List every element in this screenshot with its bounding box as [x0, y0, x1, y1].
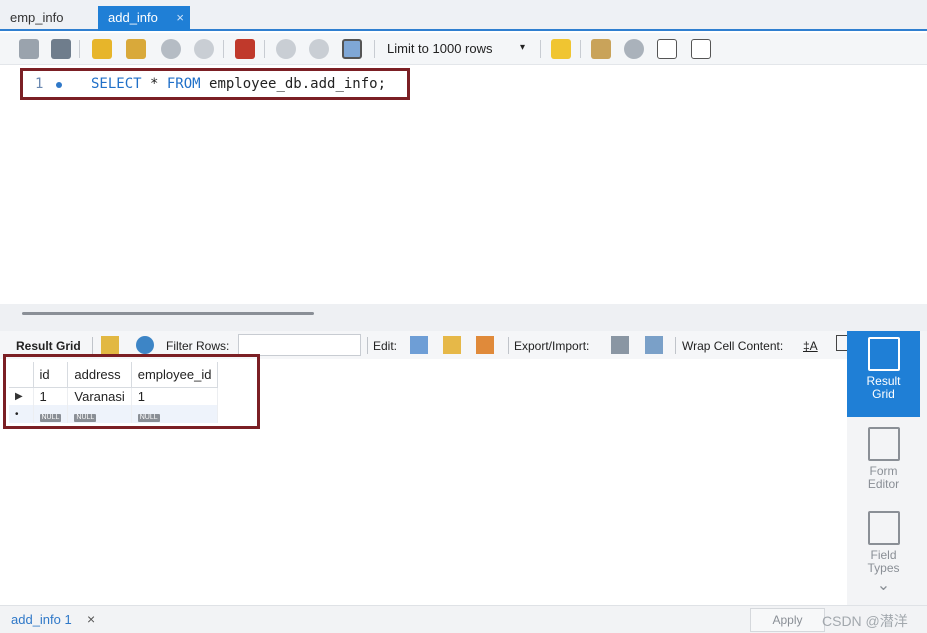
- invisible-chars-icon[interactable]: [657, 39, 677, 59]
- field-types-icon: [867, 511, 900, 545]
- sql-editor[interactable]: 1 SELECT * FROM employee_db.add_info;: [0, 66, 927, 304]
- apply-button[interactable]: Apply: [750, 608, 825, 632]
- editor-scroll-area: [0, 304, 927, 331]
- toolbar-divider: [264, 40, 265, 58]
- filter-rows-input[interactable]: [238, 334, 361, 356]
- form-icon: [867, 427, 900, 461]
- edit-row-icon[interactable]: [410, 336, 428, 354]
- export-import-label: Export/Import:: [514, 339, 590, 353]
- chevron-down-icon[interactable]: ▾: [520, 42, 525, 53]
- tab-emp-info[interactable]: emp_info: [0, 6, 73, 31]
- statement-marker-icon: [56, 82, 62, 88]
- watermark: CSDN @潜洋: [822, 613, 908, 629]
- keyword-from: FROM: [166, 76, 201, 92]
- tab-add-info[interactable]: add_info ×: [98, 6, 190, 31]
- chevron-down-icon[interactable]: ⌄: [847, 578, 920, 599]
- result-side-panel: Result Grid Form Editor Field Types ⌄: [847, 331, 927, 605]
- tab-label: add_info: [108, 10, 158, 25]
- toolbar-divider: [580, 40, 581, 58]
- edit-label: Edit:: [373, 339, 398, 353]
- tab-label: emp_info: [10, 10, 64, 25]
- export-icon[interactable]: [611, 336, 629, 354]
- tab-bar: emp_info add_info ×: [0, 0, 927, 31]
- query-toolbar: Limit to 1000 rows ▾: [0, 33, 927, 65]
- panel-label: Grid: [872, 387, 895, 401]
- stop-icon[interactable]: [194, 39, 214, 59]
- bookmark-star-icon[interactable]: [551, 39, 571, 59]
- import-icon[interactable]: [645, 336, 663, 354]
- toolbar-divider: [508, 337, 509, 354]
- panel-label: Types: [867, 561, 900, 575]
- grid-highlight-frame: [3, 354, 260, 429]
- toolbar-divider: [367, 337, 368, 354]
- grid-view-icon[interactable]: [101, 336, 119, 354]
- commit-icon[interactable]: [276, 39, 296, 59]
- open-folder-icon[interactable]: [19, 39, 39, 59]
- filter-rows-label: Filter Rows:: [166, 339, 230, 353]
- table-reference: employee_db.add_info;: [200, 76, 387, 92]
- autocommit-icon[interactable]: [342, 39, 362, 59]
- sql-statement[interactable]: SELECT * FROM employee_db.add_info;: [91, 76, 386, 92]
- grid-icon: [867, 337, 900, 371]
- toolbar-divider: [79, 40, 80, 58]
- find-magnifier-icon[interactable]: [624, 39, 644, 59]
- rollback-icon[interactable]: [309, 39, 329, 59]
- panel-label: Editor: [867, 477, 900, 491]
- horizontal-scrollbar[interactable]: [22, 312, 314, 315]
- execute-current-icon[interactable]: [126, 39, 146, 59]
- line-number: 1: [35, 76, 44, 92]
- toolbar-divider: [223, 40, 224, 58]
- mysql-workbench-window: emp_info add_info × Limit to 1000 rows ▾: [0, 0, 927, 633]
- save-icon[interactable]: [51, 39, 71, 59]
- close-icon[interactable]: ×: [176, 10, 184, 25]
- keyword-select: SELECT: [91, 76, 142, 92]
- result-tab-add-info-1[interactable]: add_info 1: [11, 612, 72, 627]
- delete-row-icon[interactable]: [476, 336, 494, 354]
- error-toggle-icon[interactable]: [235, 39, 255, 59]
- toolbar-divider: [374, 40, 375, 58]
- limit-rows-select[interactable]: Limit to 1000 rows: [387, 41, 493, 56]
- select-star: *: [141, 76, 167, 92]
- word-wrap-icon[interactable]: [691, 39, 711, 59]
- form-editor-panel-button[interactable]: Form Editor: [847, 421, 920, 501]
- field-types-panel-button[interactable]: Field Types: [847, 505, 920, 577]
- add-row-icon[interactable]: [443, 336, 461, 354]
- result-grid-label: Result Grid: [16, 339, 81, 353]
- execute-lightning-icon[interactable]: [92, 39, 112, 59]
- wrap-cell-label: Wrap Cell Content:: [682, 339, 784, 353]
- explain-magnifier-icon[interactable]: [161, 39, 181, 59]
- refresh-icon[interactable]: [136, 336, 154, 354]
- close-icon[interactable]: ×: [87, 611, 95, 627]
- sql-line-highlight: 1 SELECT * FROM employee_db.add_info;: [20, 68, 410, 100]
- beautify-broom-icon[interactable]: [591, 39, 611, 59]
- toolbar-divider: [92, 337, 93, 354]
- result-grid-panel-button[interactable]: Result Grid: [847, 331, 920, 417]
- toolbar-divider: [675, 337, 676, 354]
- wrap-cell-icon[interactable]: ‡A: [803, 339, 818, 353]
- toolbar-divider: [540, 40, 541, 58]
- bottom-bar: add_info 1 × Apply CSDN @潜洋: [0, 605, 927, 633]
